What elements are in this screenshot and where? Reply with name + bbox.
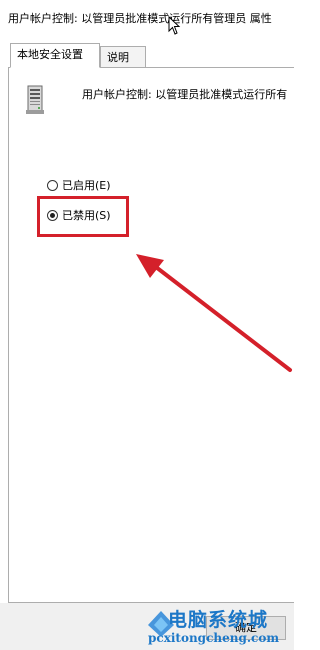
- watermark-title: 电脑系统城: [168, 609, 269, 631]
- radio-button[interactable]: [47, 179, 58, 191]
- site-watermark: 电脑系统城 pcxitongcheng.com: [138, 603, 294, 650]
- tab-label: 本地安全设置: [17, 48, 83, 61]
- mouse-cursor-icon: [168, 16, 181, 35]
- tab-strip: 本地安全设置 说明: [8, 43, 294, 68]
- watermark-url: pcxitongcheng.com: [148, 631, 280, 645]
- tab-local-security-setting[interactable]: 本地安全设置: [10, 43, 100, 68]
- properties-dialog: 用户帐户控制: 以管理员批准模式运行所有管理员 属性 本地安全设置 说明 用户帐…: [0, 0, 294, 650]
- policy-title: 用户帐户控制: 以管理员批准模式运行所有: [82, 88, 288, 101]
- radio-enabled[interactable]: 已启用(E): [47, 176, 111, 194]
- tab-label: 说明: [107, 51, 129, 64]
- highlight-annotation-box: [37, 196, 129, 237]
- window-title: 用户帐户控制: 以管理员批准模式运行所有管理员 属性: [8, 12, 272, 25]
- radio-label: 已启用(E): [62, 179, 111, 192]
- server-policy-icon: [26, 85, 44, 114]
- red-arrow-annotation-icon: [136, 254, 292, 372]
- tab-explain[interactable]: 说明: [100, 46, 146, 68]
- title-bar: 用户帐户控制: 以管理员批准模式运行所有管理员 属性: [0, 0, 294, 32]
